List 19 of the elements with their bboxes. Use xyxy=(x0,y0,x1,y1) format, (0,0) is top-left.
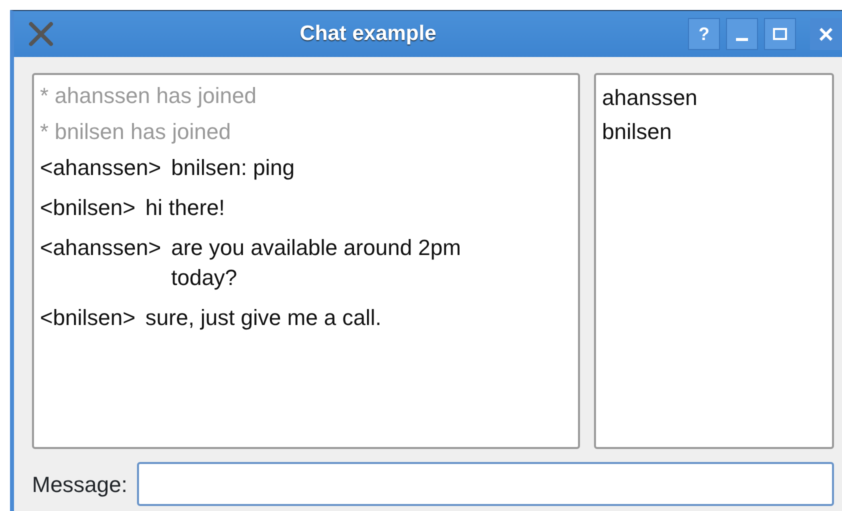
event-line: * ahanssen has joined xyxy=(40,82,258,110)
message-text: are you available around 2pm today? xyxy=(171,234,462,292)
window-title: Chat example xyxy=(298,21,438,48)
message-text: hi there! xyxy=(145,194,226,222)
nickname: <ahanssen> xyxy=(40,234,162,262)
nickname: <ahanssen> xyxy=(40,154,162,182)
close-button[interactable]: × xyxy=(810,18,842,50)
event-line: * bnilsen has joined xyxy=(40,118,232,146)
minimize-button[interactable] xyxy=(726,18,758,50)
nickname: <bnilsen> xyxy=(40,194,136,222)
message-label: Message: xyxy=(32,470,128,499)
message-text: bnilsen: ping xyxy=(171,154,296,182)
maximize-button[interactable] xyxy=(764,18,796,50)
user-item[interactable]: ahanssen xyxy=(602,81,826,115)
nickname: <bnilsen> xyxy=(40,304,136,332)
message-text: sure, just give me a call. xyxy=(145,304,382,332)
message-field[interactable] xyxy=(137,462,834,506)
user-item[interactable]: bnilsen xyxy=(602,115,826,149)
app-icon xyxy=(28,21,54,47)
